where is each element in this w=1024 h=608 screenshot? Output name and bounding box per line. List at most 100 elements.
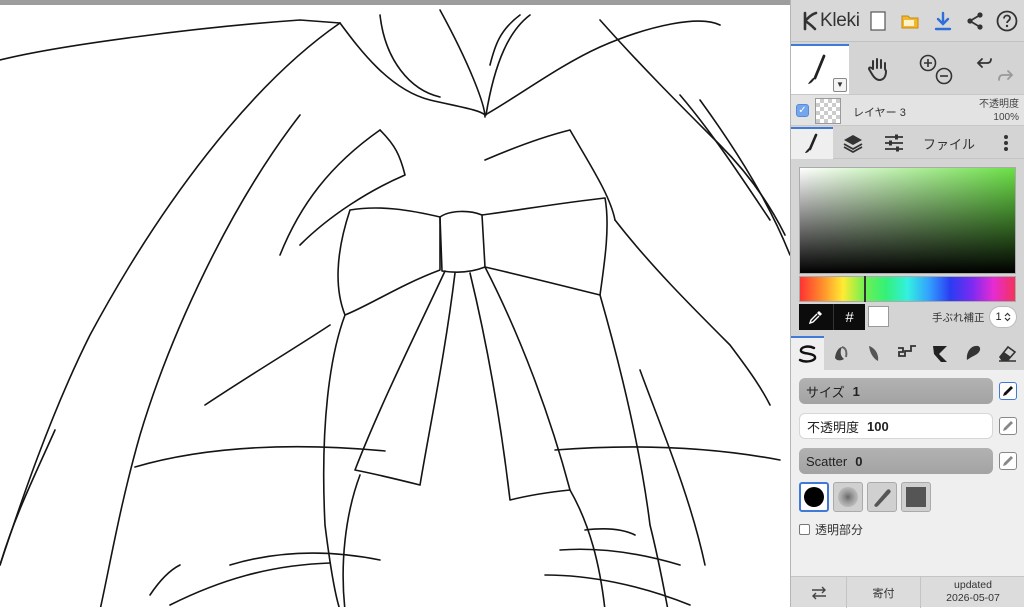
- chisel-tip-icon: [874, 489, 891, 507]
- save-button[interactable]: [931, 9, 955, 33]
- tip-square[interactable]: [901, 482, 931, 512]
- tab-file[interactable]: ファイル: [917, 127, 981, 159]
- color-tools-row: # 手ぶれ補正 1: [799, 304, 1017, 330]
- brush-tool-button[interactable]: ▼: [791, 44, 849, 94]
- brush-type-chemy[interactable]: [923, 336, 956, 370]
- share-button[interactable]: [963, 9, 987, 33]
- tab-more[interactable]: [991, 127, 1021, 159]
- size-slider[interactable]: サイズ 1: [799, 378, 993, 404]
- brush-type-tabs: [791, 336, 1024, 370]
- chemy-brush-icon: [932, 346, 947, 362]
- brush-tool-dropdown[interactable]: ▼: [833, 78, 847, 92]
- scatter-value: 0: [855, 453, 863, 469]
- blend-brush-icon: [834, 346, 847, 361]
- brush-type-smudge[interactable]: [956, 336, 989, 370]
- pen-stroke-icon: [798, 345, 816, 363]
- color-picker-area[interactable]: [799, 167, 1016, 274]
- tip-round-soft[interactable]: [833, 482, 863, 512]
- help-button[interactable]: [995, 9, 1019, 33]
- brush-settings: サイズ 1 不透明度 100 Scatter 0 透明部分: [791, 370, 1024, 576]
- undo-redo-icon: [976, 58, 1014, 81]
- brush-type-pixel[interactable]: [890, 336, 923, 370]
- donate-link[interactable]: 寄付: [847, 577, 921, 608]
- sliders-icon: [885, 134, 903, 152]
- eyedropper-button[interactable]: [799, 304, 833, 330]
- layer-name: レイヤー 3: [853, 107, 906, 119]
- hue-slider-handle[interactable]: [864, 276, 866, 302]
- layer-opacity-label: 不透明度: [979, 99, 1019, 110]
- updown-icon: [1004, 312, 1010, 322]
- line-art: [0, 9, 790, 607]
- kleki-logo[interactable]: Kleki: [801, 10, 860, 32]
- size-value: 1: [852, 383, 860, 399]
- new-page-icon: [870, 11, 886, 31]
- tab-layers[interactable]: [835, 127, 871, 159]
- hand-tool-button[interactable]: [853, 44, 905, 94]
- open-folder-button[interactable]: [898, 9, 922, 33]
- drawing-canvas[interactable]: [0, 5, 790, 607]
- help-icon: [996, 10, 1018, 32]
- hex-input-button[interactable]: #: [833, 304, 865, 330]
- side-panel: Kleki ▼ ✓ レイヤー 3 不透明度 100% ファイル # 手ぶれ補正 …: [790, 0, 1024, 608]
- kleki-logo-icon: [803, 11, 818, 31]
- scatter-slider[interactable]: Scatter 0: [799, 448, 993, 474]
- brush-type-eraser[interactable]: [989, 336, 1024, 370]
- layers-icon: [843, 135, 863, 154]
- layer-preview-row[interactable]: ✓ レイヤー 3 不透明度 100%: [791, 94, 1024, 126]
- tab-adjust[interactable]: [875, 127, 913, 159]
- download-icon: [934, 11, 952, 31]
- stabilizer-label: 手ぶれ補正: [932, 312, 985, 324]
- pen-pressure-icon: [1003, 421, 1013, 431]
- swap-side-button[interactable]: [791, 577, 847, 608]
- opacity-pressure-toggle[interactable]: [999, 417, 1017, 435]
- swap-arrows-icon: [811, 586, 826, 599]
- pen-pressure-icon: [1003, 386, 1013, 396]
- zoom-in-out-icon: [919, 54, 953, 85]
- tab-brush[interactable]: [791, 127, 833, 159]
- updated-info[interactable]: updated 2026-05-07: [921, 579, 1024, 605]
- app-name: Kleki: [820, 10, 860, 31]
- pixel-brush-icon: [897, 345, 916, 357]
- square-tip-icon: [906, 487, 926, 507]
- tip-round-hard[interactable]: [799, 482, 829, 512]
- folder-icon: [901, 15, 919, 29]
- stabilizer-value: 1: [995, 311, 1002, 323]
- layer-visibility-checkbox[interactable]: ✓: [796, 104, 809, 117]
- tip-chisel[interactable]: [867, 482, 897, 512]
- opacity-label: 不透明度: [807, 419, 860, 435]
- eraser-icon: [999, 345, 1017, 362]
- scatter-pressure-toggle[interactable]: [999, 452, 1017, 470]
- pen-pressure-icon: [1003, 456, 1013, 466]
- smudge-brush-icon: [966, 345, 980, 360]
- lock-alpha-option[interactable]: 透明部分: [799, 521, 863, 538]
- hue-slider[interactable]: [799, 276, 1016, 302]
- sketchy-brush-icon: [868, 346, 878, 361]
- brush-type-blend[interactable]: [824, 336, 857, 370]
- stabilizer-select[interactable]: 1: [989, 306, 1017, 328]
- opacity-slider[interactable]: 不透明度 100: [799, 413, 993, 439]
- new-image-button[interactable]: [866, 9, 890, 33]
- zoom-buttons[interactable]: [911, 44, 961, 94]
- secondary-color-swatch[interactable]: [868, 306, 889, 327]
- round-tip-icon: [804, 487, 824, 507]
- brush-type-sketchy[interactable]: [857, 336, 890, 370]
- more-vertical-icon: [1004, 135, 1008, 151]
- eyedropper-icon: [808, 311, 822, 325]
- brush-tab-icon: [805, 133, 818, 153]
- size-pressure-toggle[interactable]: [999, 382, 1017, 400]
- share-icon: [967, 12, 983, 30]
- scatter-label: Scatter: [806, 453, 848, 469]
- brush-type-pen[interactable]: [791, 336, 824, 370]
- lock-alpha-label: 透明部分: [815, 523, 864, 537]
- panel-tabs: ファイル: [791, 127, 1024, 159]
- updated-label: updated: [954, 579, 992, 591]
- app-header: Kleki: [791, 0, 1024, 42]
- soft-tip-icon: [838, 487, 858, 507]
- lock-alpha-checkbox[interactable]: [799, 524, 810, 535]
- undo-redo-buttons[interactable]: [969, 44, 1021, 94]
- size-label: サイズ: [806, 384, 845, 400]
- layer-opacity: 不透明度 100%: [979, 98, 1019, 124]
- layer-opacity-value: 100%: [993, 112, 1019, 123]
- panel-footer: 寄付 updated 2026-05-07: [791, 576, 1024, 608]
- layer-thumbnail: [815, 98, 841, 124]
